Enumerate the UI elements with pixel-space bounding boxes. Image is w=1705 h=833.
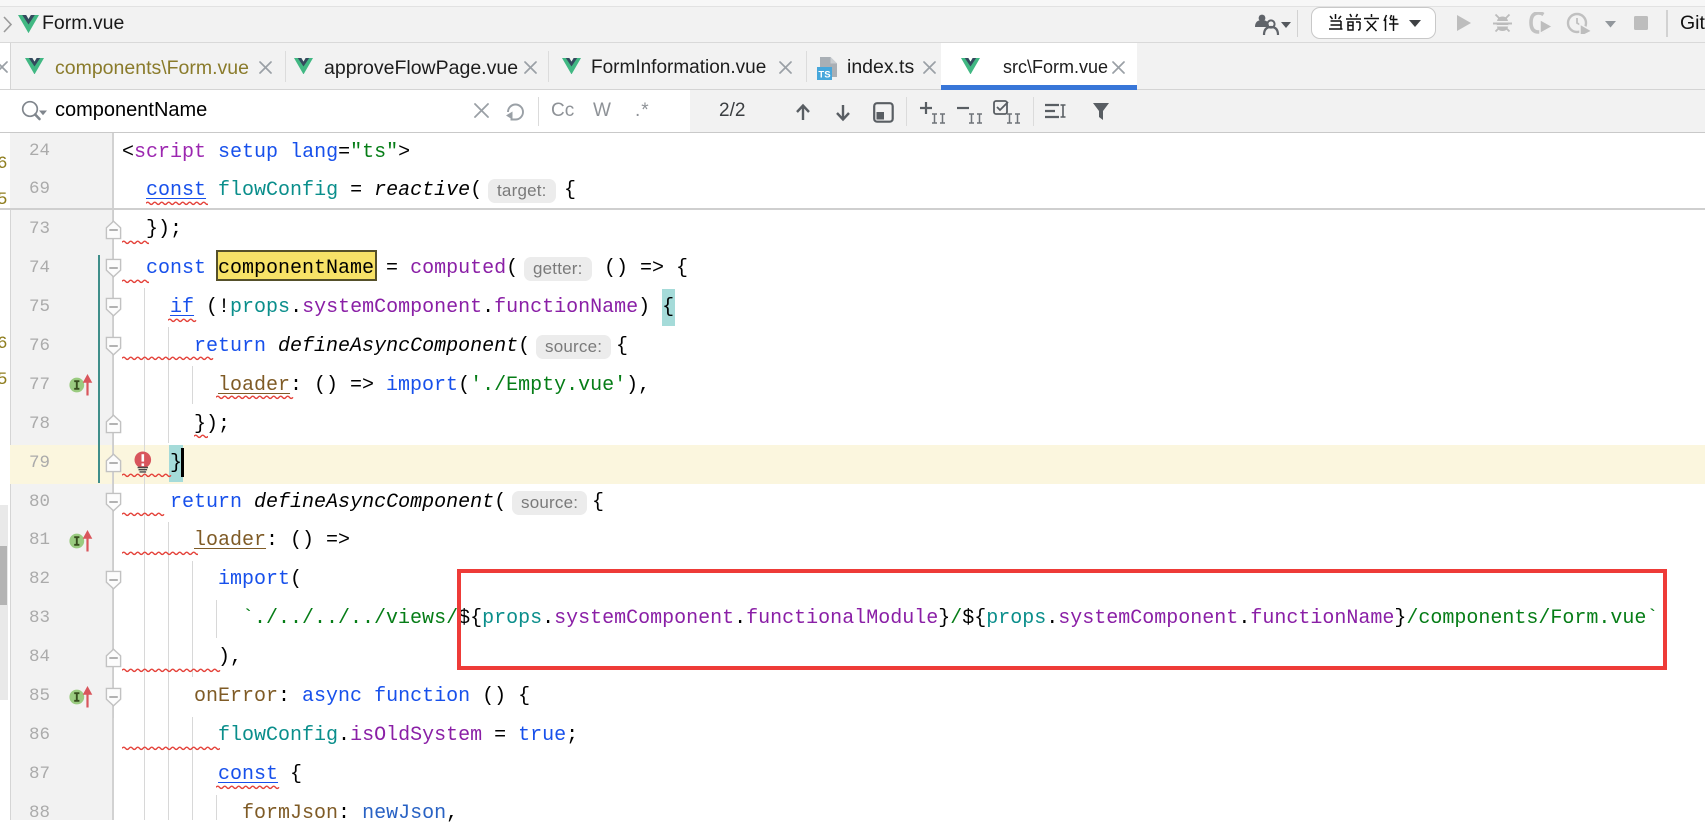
svg-text:TS: TS (818, 70, 830, 81)
